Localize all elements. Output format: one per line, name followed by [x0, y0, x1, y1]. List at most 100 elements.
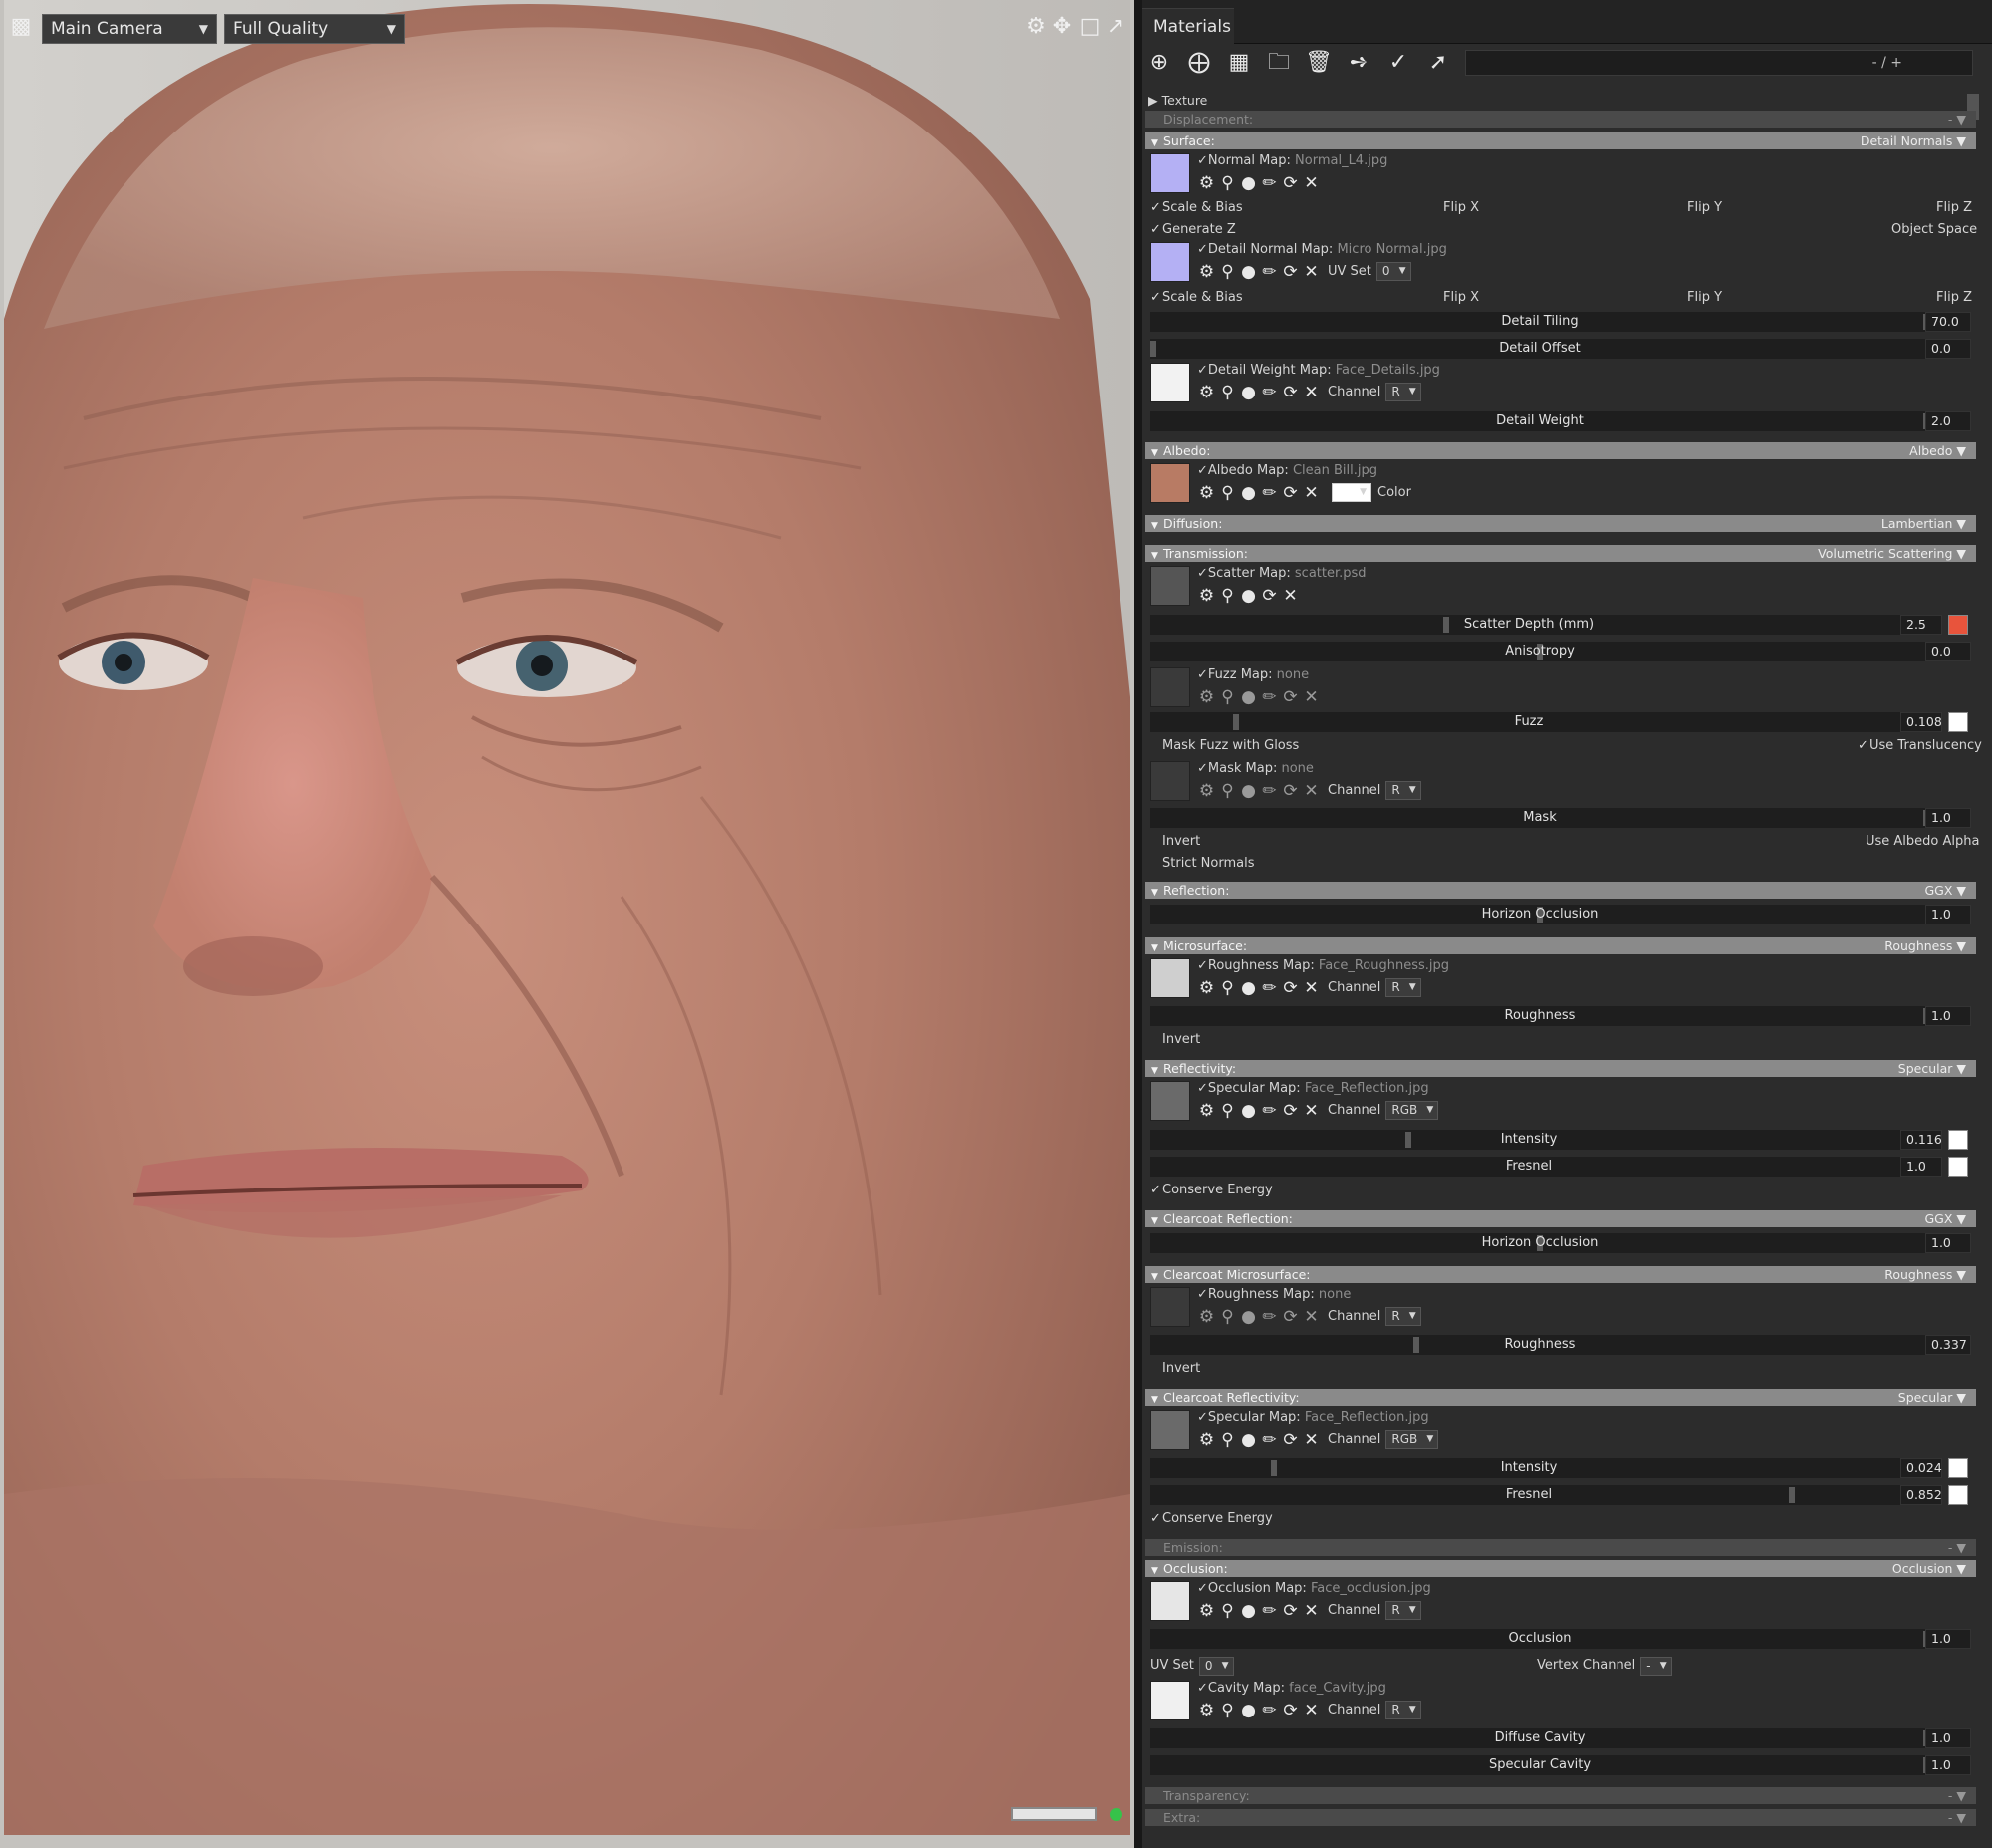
gear-icon[interactable]: ⚙: [1196, 1101, 1217, 1121]
brush-icon[interactable]: ✏: [1259, 1430, 1280, 1450]
magnifier-icon[interactable]: ⚲: [1217, 483, 1238, 503]
cavity-channel-dropdown[interactable]: R: [1385, 1701, 1421, 1719]
extra-type[interactable]: - ▼: [1948, 1809, 1966, 1826]
refresh-icon[interactable]: ⟳: [1280, 173, 1301, 193]
quality-dropdown[interactable]: Full Quality ▼: [224, 14, 405, 44]
brush-icon[interactable]: ✏: [1259, 978, 1280, 998]
close-icon[interactable]: ✕: [1301, 383, 1322, 402]
roughness-invert-checkbox[interactable]: Invert: [1150, 1031, 1200, 1049]
detail-scale-bias-checkbox[interactable]: ✓Scale & Bias: [1150, 289, 1243, 307]
brush-icon[interactable]: ✏: [1259, 1101, 1280, 1121]
folder-icon[interactable]: 🗀: [1264, 48, 1294, 78]
camera-dropdown[interactable]: Main Camera ▼: [42, 14, 217, 44]
microsurface-type[interactable]: Roughness ▼: [1884, 937, 1966, 954]
cc-specular-channel-dropdown[interactable]: RGB: [1385, 1430, 1439, 1449]
gear-icon[interactable]: ⚙: [1196, 978, 1217, 998]
specular-channel-dropdown[interactable]: RGB: [1385, 1101, 1439, 1120]
popout-icon[interactable]: ↗: [1103, 14, 1128, 40]
diffusion-type[interactable]: Lambertian ▼: [1881, 515, 1966, 532]
gear-icon[interactable]: ⚙: [1196, 262, 1217, 282]
maximize-icon[interactable]: □: [1077, 14, 1103, 40]
refresh-icon[interactable]: ⟳: [1280, 383, 1301, 402]
occlusion-type[interactable]: Occlusion ▼: [1892, 1560, 1966, 1577]
magnifier-icon[interactable]: ⚲: [1217, 1601, 1238, 1621]
close-icon[interactable]: ✕: [1280, 586, 1301, 606]
normal-map-thumbnail[interactable]: [1150, 153, 1190, 193]
albedo-color-swatch[interactable]: [1332, 483, 1371, 502]
detail-tiling-value[interactable]: 70.0: [1925, 312, 1971, 332]
transmission-type[interactable]: Volumetric Scattering ▼: [1818, 545, 1966, 562]
close-icon[interactable]: ✕: [1301, 687, 1322, 707]
use-albedo-alpha-checkbox[interactable]: Use Albedo Alpha: [1854, 833, 1979, 851]
scatter-depth-value[interactable]: 2.5: [1900, 615, 1942, 635]
intensity-value[interactable]: 0.116: [1900, 1130, 1942, 1150]
reflectivity-header[interactable]: ▼ Reflectivity: Specular ▼: [1145, 1060, 1976, 1077]
panel-splitter[interactable]: [1134, 0, 1142, 1848]
clearcoat-reflection-header[interactable]: ▼ Clearcoat Reflection: GGX ▼: [1145, 1210, 1976, 1227]
diffuse-cavity-slider[interactable]: Diffuse Cavity: [1150, 1728, 1929, 1748]
roughness-thumbnail[interactable]: [1150, 958, 1190, 998]
refresh-icon[interactable]: ⟳: [1280, 483, 1301, 503]
diffuse-cavity-value[interactable]: 1.0: [1925, 1728, 1971, 1748]
brush-icon[interactable]: ✏: [1259, 383, 1280, 402]
refresh-icon[interactable]: ⟳: [1280, 1601, 1301, 1621]
flip-z-checkbox[interactable]: Flip Z: [1924, 199, 1972, 217]
brush-icon[interactable]: ✏: [1259, 1701, 1280, 1720]
magnifier-icon[interactable]: ⚲: [1217, 262, 1238, 282]
cc-specular-thumbnail[interactable]: [1150, 1410, 1190, 1450]
strict-normals-checkbox[interactable]: Strict Normals: [1150, 855, 1255, 873]
dropper-icon[interactable]: ●: [1238, 173, 1259, 193]
transmission-header[interactable]: ▼ Transmission: Volumetric Scattering ▼: [1145, 545, 1976, 562]
intensity-color-swatch[interactable]: [1948, 1130, 1968, 1150]
close-icon[interactable]: ✕: [1301, 173, 1322, 193]
close-icon[interactable]: ✕: [1301, 1601, 1322, 1621]
roughness-value[interactable]: 1.0: [1925, 1006, 1971, 1026]
reflection-header[interactable]: ▼ Reflection: GGX ▼: [1145, 882, 1976, 899]
cc-horizon-occlusion-slider[interactable]: Horizon Occlusion: [1150, 1233, 1929, 1253]
microsurface-header[interactable]: ▼ Microsurface: Roughness ▼: [1145, 937, 1976, 954]
albedo-type[interactable]: Albedo ▼: [1909, 442, 1966, 459]
diffusion-header[interactable]: ▼ Diffusion: Lambertian ▼: [1145, 515, 1976, 532]
move-icon[interactable]: ✥: [1049, 14, 1075, 40]
scatter-depth-slider[interactable]: Scatter Depth (mm): [1150, 615, 1907, 635]
mask-fuzz-gloss-checkbox[interactable]: Mask Fuzz with Gloss: [1150, 737, 1299, 755]
occlusion-slider[interactable]: Occlusion: [1150, 1629, 1929, 1649]
close-icon[interactable]: ✕: [1301, 978, 1322, 998]
horizon-occlusion-value[interactable]: 1.0: [1925, 905, 1971, 924]
magnifier-icon[interactable]: ⚲: [1217, 687, 1238, 707]
object-space-checkbox[interactable]: Object Space: [1879, 221, 1977, 239]
mask-channel-dropdown[interactable]: R: [1385, 781, 1421, 800]
dropper-icon[interactable]: ●: [1238, 586, 1259, 606]
close-icon[interactable]: ✕: [1301, 1101, 1322, 1121]
magnifier-icon[interactable]: ⚲: [1217, 173, 1238, 193]
gear-icon[interactable]: ⚙: [1196, 173, 1217, 193]
clearcoat-microsurface-header[interactable]: ▼ Clearcoat Microsurface: Roughness ▼: [1145, 1266, 1976, 1283]
displacement-type[interactable]: - ▼: [1948, 111, 1966, 128]
gear-icon[interactable]: ⚙: [1196, 1601, 1217, 1621]
dropper-icon[interactable]: ●: [1238, 978, 1259, 998]
magnifier-icon[interactable]: ⚲: [1217, 1701, 1238, 1720]
anisotropy-value[interactable]: 0.0: [1925, 642, 1971, 661]
detail-offset-value[interactable]: 0.0: [1925, 339, 1971, 359]
roughness-channel-dropdown[interactable]: R: [1385, 978, 1421, 997]
fresnel-value[interactable]: 1.0: [1900, 1157, 1942, 1177]
albedo-thumbnail[interactable]: [1150, 463, 1190, 503]
tab-materials[interactable]: Materials: [1142, 8, 1234, 44]
flip-x-checkbox[interactable]: Flip X: [1431, 199, 1479, 217]
close-icon[interactable]: ✕: [1301, 1430, 1322, 1450]
camera-icon[interactable]: ▩: [8, 14, 34, 40]
refresh-icon[interactable]: ⟳: [1259, 586, 1280, 606]
refresh-icon[interactable]: ⟳: [1280, 262, 1301, 282]
detail-weight-value[interactable]: 2.0: [1925, 411, 1971, 431]
close-icon[interactable]: ✕: [1301, 1307, 1322, 1327]
detail-weight-thumbnail[interactable]: [1150, 363, 1190, 402]
gear-icon[interactable]: ⚙: [1196, 383, 1217, 402]
scatter-color-swatch[interactable]: [1948, 615, 1968, 635]
detail-weight-slider[interactable]: Detail Weight: [1150, 411, 1929, 431]
surface-type[interactable]: Detail Normals ▼: [1861, 132, 1966, 149]
fuzz-color-swatch[interactable]: [1948, 712, 1968, 732]
channel-dropdown[interactable]: R: [1385, 383, 1421, 401]
close-icon[interactable]: ✕: [1301, 262, 1322, 282]
magnifier-icon[interactable]: ⚲: [1217, 1101, 1238, 1121]
reflectivity-type[interactable]: Specular ▼: [1898, 1060, 1966, 1077]
